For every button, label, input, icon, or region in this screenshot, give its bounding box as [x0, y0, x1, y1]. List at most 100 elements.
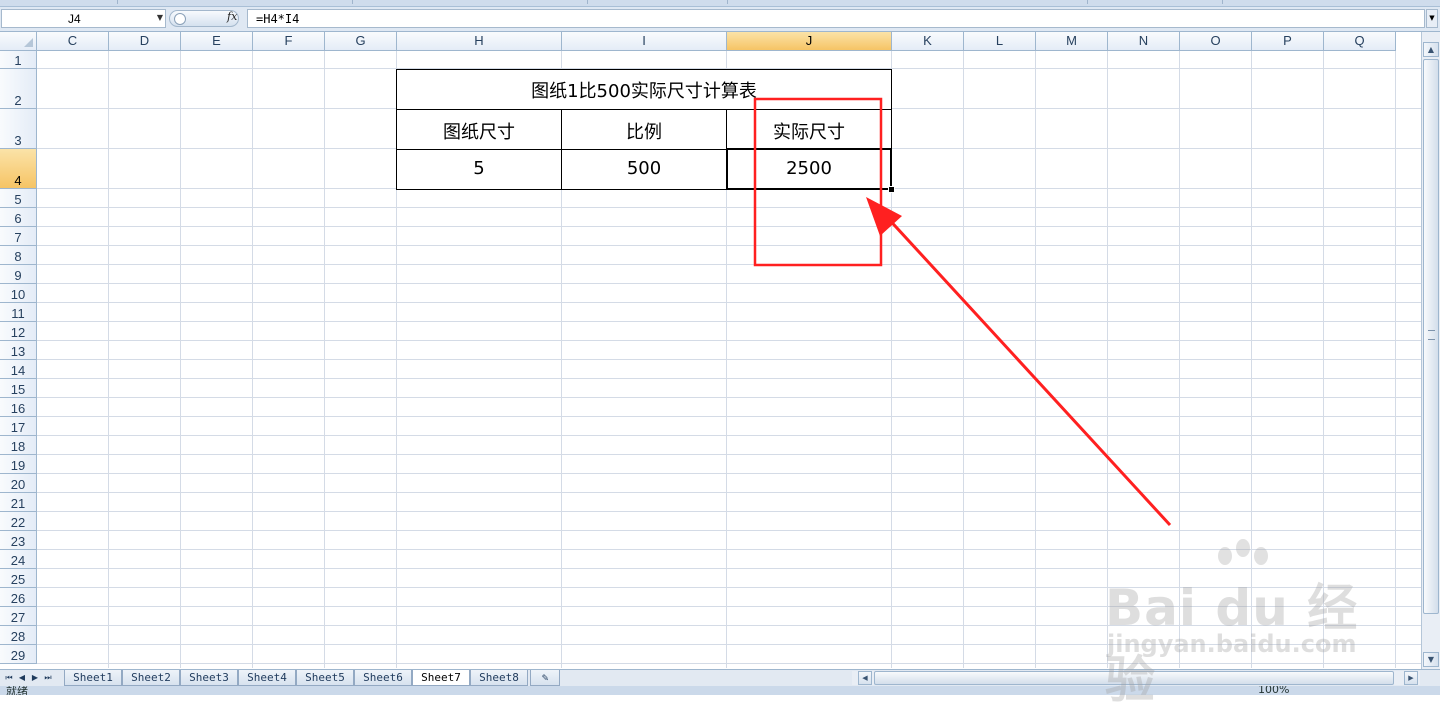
row-number: 20 — [10, 477, 26, 492]
sheet-tab-sheet7[interactable]: Sheet7 — [412, 670, 470, 686]
sheet-tab-sheet5[interactable]: Sheet5 — [296, 670, 354, 686]
function-area: fx — [169, 9, 245, 28]
row-number: 3 — [14, 133, 22, 148]
row-header-4[interactable]: 4 — [0, 149, 37, 189]
active-cell-selection[interactable] — [726, 148, 892, 190]
column-header-o[interactable]: O — [1180, 32, 1252, 51]
name-box-value: J4 — [68, 12, 81, 26]
row-header-22[interactable]: 22 — [0, 512, 37, 531]
row-number: 9 — [14, 268, 22, 283]
row-header-3[interactable]: 3 — [0, 109, 37, 149]
cell-i4-value[interactable]: 500 — [562, 158, 726, 179]
row-header-7[interactable]: 7 — [0, 227, 37, 246]
formula-bar: J4 ▼ fx =H4*I4 ▼ — [0, 7, 1440, 32]
row-number: 27 — [10, 610, 26, 625]
row-header-5[interactable]: 5 — [0, 189, 37, 208]
row-number: 16 — [10, 401, 26, 416]
fill-handle[interactable] — [888, 186, 895, 193]
row-header-10[interactable]: 10 — [0, 284, 37, 303]
row-header-26[interactable]: 26 — [0, 588, 37, 607]
row-header-12[interactable]: 12 — [0, 322, 37, 341]
column-header-n[interactable]: N — [1108, 32, 1180, 51]
vertical-scroll-thumb[interactable] — [1423, 59, 1439, 614]
ribbon-strip — [0, 0, 1440, 7]
row-header-15[interactable]: 15 — [0, 379, 37, 398]
row-header-17[interactable]: 17 — [0, 417, 37, 436]
row-number: 23 — [10, 534, 26, 549]
row-number: 25 — [10, 572, 26, 587]
select-all-corner[interactable] — [0, 32, 37, 51]
row-header-24[interactable]: 24 — [0, 550, 37, 569]
row-number: 29 — [10, 648, 26, 663]
column-header-l[interactable]: L — [964, 32, 1036, 51]
table-title[interactable]: 图纸1比500实际尺寸计算表 — [397, 77, 891, 102]
name-box[interactable]: J4 ▼ — [1, 9, 166, 28]
cell-h4-value[interactable]: 5 — [397, 158, 561, 179]
prev-sheet-icon[interactable]: ◀ — [16, 671, 28, 685]
row-header-1[interactable]: 1 — [0, 51, 37, 69]
scroll-down-icon[interactable]: ▼ — [1423, 652, 1439, 667]
column-header-d[interactable]: D — [109, 32, 181, 51]
last-sheet-icon[interactable]: ⏭ — [42, 671, 54, 685]
column-header-i[interactable]: I — [562, 32, 727, 51]
column-header-f[interactable]: F — [253, 32, 325, 51]
row-header-23[interactable]: 23 — [0, 531, 37, 550]
column-header-h[interactable]: H — [397, 32, 562, 51]
first-sheet-icon[interactable]: ⏮ — [3, 671, 15, 685]
row-header-27[interactable]: 27 — [0, 607, 37, 626]
row-number: 17 — [10, 420, 26, 435]
sheet-tab-sheet4[interactable]: Sheet4 — [238, 670, 296, 686]
watermark-url: jingyan.baidu.com — [1107, 630, 1357, 658]
vertical-scrollbar[interactable]: ▲ ▼ — [1421, 32, 1440, 669]
column-header-m[interactable]: M — [1036, 32, 1108, 51]
row-number: 1 — [14, 53, 22, 68]
row-header-16[interactable]: 16 — [0, 398, 37, 417]
row-header-20[interactable]: 20 — [0, 474, 37, 493]
header-drawing-size[interactable]: 图纸尺寸 — [397, 118, 561, 144]
sheet-tab-sheet1[interactable]: Sheet1 — [64, 670, 122, 686]
row-header-6[interactable]: 6 — [0, 208, 37, 227]
column-header-j[interactable]: J — [727, 32, 892, 51]
row-header-9[interactable]: 9 — [0, 265, 37, 284]
insert-sheet-icon[interactable]: ✎ — [530, 670, 560, 686]
row-header-11[interactable]: 11 — [0, 303, 37, 322]
row-number: 26 — [10, 591, 26, 606]
row-header-14[interactable]: 14 — [0, 360, 37, 379]
chevron-down-icon[interactable]: ▼ — [157, 13, 163, 22]
grip-icon — [1428, 330, 1435, 340]
header-scale[interactable]: 比例 — [562, 118, 726, 144]
sheet-tab-sheet8[interactable]: Sheet8 — [470, 670, 528, 686]
column-header-p[interactable]: P — [1252, 32, 1324, 51]
column-header-q[interactable]: Q — [1324, 32, 1396, 51]
column-header-k[interactable]: K — [892, 32, 964, 51]
column-header-g[interactable]: G — [325, 32, 397, 51]
row-header-21[interactable]: 21 — [0, 493, 37, 512]
formula-input[interactable]: =H4*I4 — [247, 9, 1425, 28]
sheet-tab-sheet6[interactable]: Sheet6 — [354, 670, 412, 686]
row-header-2[interactable]: 2 — [0, 69, 37, 109]
row-number: 6 — [14, 211, 22, 226]
column-header-c[interactable]: C — [37, 32, 109, 51]
sheet-tab-sheet3[interactable]: Sheet3 — [180, 670, 238, 686]
row-header-13[interactable]: 13 — [0, 341, 37, 360]
scroll-up-icon[interactable]: ▲ — [1423, 42, 1439, 57]
row-number: 2 — [14, 93, 22, 108]
insert-function-icon[interactable]: fx — [227, 10, 237, 23]
scroll-right-icon[interactable]: ▶ — [1404, 671, 1418, 685]
row-header-25[interactable]: 25 — [0, 569, 37, 588]
row-header-8[interactable]: 8 — [0, 246, 37, 265]
row-number: 24 — [10, 553, 26, 568]
sheet-tab-sheet2[interactable]: Sheet2 — [122, 670, 180, 686]
row-number: 22 — [10, 515, 26, 530]
scroll-left-icon[interactable]: ◀ — [858, 671, 872, 685]
row-header-18[interactable]: 18 — [0, 436, 37, 455]
header-actual-size[interactable]: 实际尺寸 — [727, 118, 891, 144]
row-header-29[interactable]: 29 — [0, 645, 37, 664]
row-number: 15 — [10, 382, 26, 397]
next-sheet-icon[interactable]: ▶ — [29, 671, 41, 685]
baidu-watermark: Bai du 经验 jingyan.baidu.com — [1105, 538, 1395, 709]
column-header-e[interactable]: E — [181, 32, 253, 51]
row-header-28[interactable]: 28 — [0, 626, 37, 645]
row-header-19[interactable]: 19 — [0, 455, 37, 474]
expand-formula-bar-icon[interactable]: ▼ — [1426, 9, 1438, 28]
